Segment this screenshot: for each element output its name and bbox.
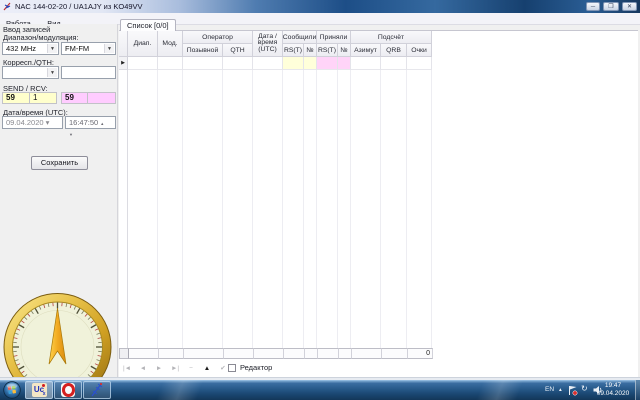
window-title: NAC 144-02-20 / UA1AJY из KO49VV	[15, 2, 143, 11]
row-indicator-arrow: ▶	[119, 57, 128, 70]
grid-insert-row: ▶	[119, 57, 432, 70]
tray-date: 09.04.2020	[596, 390, 630, 397]
mode-value: FM-FM	[65, 44, 90, 53]
header-rcvd-group: Приняли	[317, 31, 351, 44]
tray-time: 19:47	[604, 382, 622, 389]
action-center-flag-icon[interactable]	[568, 385, 578, 396]
minimize-button[interactable]: ─	[586, 2, 600, 11]
footer-points-total: 0	[408, 348, 433, 359]
tray-clock[interactable]: 19:47 09.04.2020	[593, 382, 633, 398]
band-select[interactable]: 432 MHz ▼	[2, 42, 59, 55]
taskbar-gloss	[470, 380, 530, 400]
header-azimuth: Азимут	[351, 44, 381, 57]
save-button[interactable]: Сохранить	[31, 156, 88, 170]
cell-sent-rst[interactable]	[283, 57, 304, 70]
grid-header: Диап. Мод. Оператор Дата / время (UTC) С…	[119, 31, 432, 57]
cell-rcvd-nr[interactable]	[338, 57, 351, 70]
header-band: Диап.	[128, 31, 158, 57]
entry-panel: Ввод записей Диапазон/модуляция: 432 MHz…	[0, 24, 118, 400]
maximize-button[interactable]: ❐	[603, 2, 619, 11]
nav-next-button[interactable]: ►	[152, 363, 166, 374]
header-qth: QTH	[223, 44, 253, 57]
rcv-rst-field[interactable]: 59	[61, 92, 88, 104]
header-sent-rst: RS(T)	[283, 44, 304, 57]
hidden-icons-arrow[interactable]: ▴	[559, 384, 562, 396]
date-field[interactable]: 09.04.2020 ▾	[2, 116, 63, 129]
header-mode: Мод.	[158, 31, 183, 57]
grid-body[interactable]	[119, 70, 432, 348]
opera-icon	[61, 383, 75, 397]
rcv-nr-field[interactable]	[87, 92, 116, 104]
taskbar-app-nac-logger[interactable]	[83, 381, 111, 399]
cell-rcvd-rst[interactable]	[317, 57, 338, 70]
cell-azimuth[interactable]	[351, 57, 381, 70]
chevron-down-icon[interactable]: ▼	[104, 44, 114, 53]
nav-first-button[interactable]: |◄	[120, 363, 134, 374]
header-qrb: QRB	[381, 44, 407, 57]
show-desktop-button[interactable]	[635, 380, 640, 400]
update-refresh-icon[interactable]: ↻	[581, 383, 588, 395]
screen: NAC 144-02-20 / UA1AJY из KO49VV ─ ❐ ✕ Р…	[0, 0, 640, 400]
calendar-dropdown-icon[interactable]: ▾	[46, 118, 50, 127]
header-callsign: Позывной	[183, 44, 223, 57]
antenna-icon	[91, 382, 103, 397]
send-nr-field[interactable]: 1	[29, 92, 57, 104]
tray-language-indicator[interactable]: EN	[545, 384, 554, 396]
chevron-down-icon[interactable]: ▼	[47, 68, 57, 77]
cell-sent-nr[interactable]	[304, 57, 317, 70]
band-value: 432 MHz	[6, 44, 37, 53]
corresp-select[interactable]: ▼	[2, 66, 59, 79]
ucx-icon: Uc x	[31, 383, 47, 397]
header-operator-group: Оператор	[183, 31, 253, 44]
app-icon	[3, 2, 11, 11]
taskbar-app-opera[interactable]	[54, 381, 82, 399]
nav-prior-button[interactable]: ◄	[136, 363, 150, 374]
header-sent-nr: №	[304, 44, 317, 57]
taskbar-app-ucx[interactable]: Uc x	[25, 381, 53, 399]
editor-checkbox[interactable]	[228, 364, 236, 372]
qth-field[interactable]	[61, 66, 116, 79]
cell-mode[interactable]	[158, 57, 183, 70]
cell-qrb[interactable]	[381, 57, 407, 70]
header-sent-group: Сообщили	[283, 31, 317, 44]
header-points: Очки	[407, 44, 432, 57]
time-field[interactable]: 16:47:50 ▲ ▼	[65, 116, 116, 137]
header-rcvd-rst: RS(T)	[317, 44, 338, 57]
date-value: 09.04.2020	[6, 118, 44, 127]
header-rcvd-nr: №	[338, 44, 351, 57]
nav-last-button[interactable]: ►|	[168, 363, 182, 374]
cell-datetime[interactable]	[253, 57, 283, 70]
start-button[interactable]	[3, 381, 21, 399]
mode-select[interactable]: FM-FM ▼	[61, 42, 116, 55]
editor-checkbox-label: Редактор	[240, 363, 273, 372]
cell-points[interactable]	[407, 57, 432, 70]
cell-qth[interactable]	[223, 57, 253, 70]
header-indicator	[119, 31, 128, 57]
title-bar: NAC 144-02-20 / UA1AJY из KO49VV ─ ❐ ✕	[0, 0, 640, 13]
cell-band[interactable]	[128, 57, 158, 70]
chevron-down-icon[interactable]: ▼	[47, 44, 57, 53]
nav-delete-button[interactable]: −	[184, 363, 198, 374]
tab-list[interactable]: Список [0/0]	[120, 19, 176, 31]
band-mode-label: Диапазон/модуляция:	[3, 33, 79, 42]
taskbar-gloss	[150, 380, 210, 400]
header-datetime: Дата / время (UTC)	[253, 31, 283, 57]
nav-insert-button[interactable]: ▲	[200, 363, 214, 374]
cell-callsign[interactable]	[183, 57, 223, 70]
time-value: 16:47:50	[69, 118, 99, 127]
close-button[interactable]: ✕	[622, 2, 637, 11]
grid-footer: 0	[119, 348, 433, 359]
send-rst-field[interactable]: 59	[2, 92, 30, 104]
header-calc-group: Подсчёт	[351, 31, 432, 44]
